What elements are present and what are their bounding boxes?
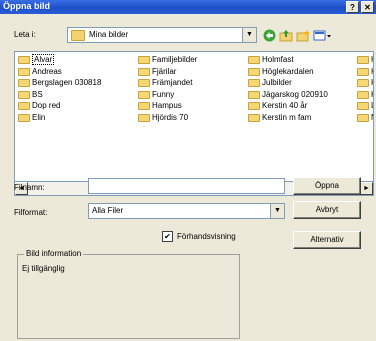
folder-icon (18, 113, 30, 122)
folder-icon (248, 56, 260, 64)
image-info-legend: Bild information (24, 249, 84, 258)
file-list[interactable]: Alvar Andreas Bergslagen 030818 BS Dop r… (14, 51, 374, 182)
folder-icon (138, 90, 150, 99)
list-item[interactable]: K (356, 89, 373, 101)
folder-icon (138, 79, 150, 88)
list-item[interactable]: Hjördis 70 (137, 112, 197, 124)
close-button[interactable]: ✕ (361, 1, 374, 13)
file-column: K K K K L M (356, 54, 373, 124)
up-folder-icon[interactable] (279, 29, 293, 42)
folder-icon (138, 102, 150, 111)
views-menu-icon[interactable] (313, 29, 333, 42)
folder-icon (138, 113, 150, 122)
list-item[interactable]: Hampus (137, 100, 197, 112)
options-button[interactable]: Alternativ (293, 231, 361, 249)
file-column: Holmfast Höglekardalen Julbilder Jägarsk… (247, 54, 328, 124)
chevron-down-icon[interactable]: ▼ (242, 28, 256, 42)
list-item[interactable]: Kerstin m fam (247, 112, 328, 124)
cancel-button[interactable]: Avbryt (293, 201, 361, 219)
folder-icon (18, 79, 30, 88)
open-image-dialog: Öppna bild ? ✕ Leta i: Mina bilder ▼ Alv… (0, 0, 376, 341)
folder-icon (248, 67, 260, 76)
file-column: Familjebilder Fjärilar Främjandet Funny … (137, 54, 197, 124)
list-item[interactable]: Alvar (17, 54, 101, 66)
folder-icon (357, 56, 369, 64)
list-item[interactable]: Dop red (17, 100, 101, 112)
open-button[interactable]: Öppna (293, 177, 361, 195)
look-in-label: Leta i: (14, 30, 36, 39)
folder-icon (357, 90, 369, 99)
list-item[interactable]: Jägarskog 020910 (247, 89, 328, 101)
list-item[interactable]: Familjebilder (137, 54, 197, 66)
folder-icon (248, 79, 260, 88)
list-item[interactable]: L (356, 100, 373, 112)
list-item[interactable]: Funny (137, 89, 197, 101)
look-in-combo[interactable]: Mina bilder ▼ (67, 27, 257, 43)
image-info-group: Bild information Ej tillgänglig (17, 249, 240, 339)
folder-icon (248, 113, 260, 122)
list-item[interactable]: Andreas (17, 66, 101, 78)
list-item[interactable]: BS (17, 89, 101, 101)
folder-icon (18, 90, 30, 99)
chevron-down-icon[interactable]: ▼ (270, 204, 284, 218)
preview-label: Förhandsvisning (177, 232, 236, 241)
preview-checkbox[interactable]: ✔ (162, 231, 173, 242)
back-arrow-icon[interactable] (262, 29, 276, 42)
filetype-value: Alla Filer (92, 206, 124, 215)
folder-icon (357, 113, 369, 122)
dialog-title: Öppna bild (3, 1, 50, 11)
filetype-label: Filformat: (14, 208, 48, 217)
filename-label: Filnamn: (14, 183, 45, 192)
file-column: Alvar Andreas Bergslagen 030818 BS Dop r… (17, 54, 101, 124)
list-item[interactable]: M (356, 112, 373, 124)
scroll-right-icon[interactable]: ► (360, 182, 373, 195)
list-item[interactable]: Kerstin 40 år (247, 100, 328, 112)
list-item[interactable]: Höglekardalen (247, 66, 328, 78)
title-bar[interactable]: Öppna bild ? ✕ (0, 0, 376, 14)
list-item[interactable]: Bergslagen 030818 (17, 77, 101, 89)
list-item[interactable]: Främjandet (137, 77, 197, 89)
folder-icon (357, 102, 369, 111)
look-in-value: Mina bilder (89, 30, 129, 39)
folder-icon (357, 79, 369, 88)
folder-icon (248, 102, 260, 111)
folder-icon (248, 90, 260, 99)
list-item[interactable]: Fjärilar (137, 66, 197, 78)
folder-icon (18, 56, 30, 64)
folder-icon (138, 56, 150, 64)
folder-icon (18, 102, 30, 111)
list-item[interactable]: Holmfast (247, 54, 328, 66)
folder-icon (18, 67, 30, 76)
folder-icon (138, 67, 150, 76)
image-info-text: Ej tillgänglig (22, 264, 65, 273)
filetype-select[interactable]: Alla Filer ▼ (88, 203, 285, 219)
help-button[interactable]: ? (346, 1, 359, 13)
list-item[interactable]: K (356, 66, 373, 78)
new-folder-icon[interactable] (296, 29, 310, 42)
folder-icon (357, 67, 369, 76)
filename-input[interactable] (88, 178, 285, 194)
list-item[interactable]: Elin (17, 112, 101, 124)
list-item[interactable]: Julbilder (247, 77, 328, 89)
list-item[interactable]: K (356, 77, 373, 89)
my-pictures-folder-icon (71, 30, 85, 41)
list-item[interactable]: K (356, 54, 373, 66)
